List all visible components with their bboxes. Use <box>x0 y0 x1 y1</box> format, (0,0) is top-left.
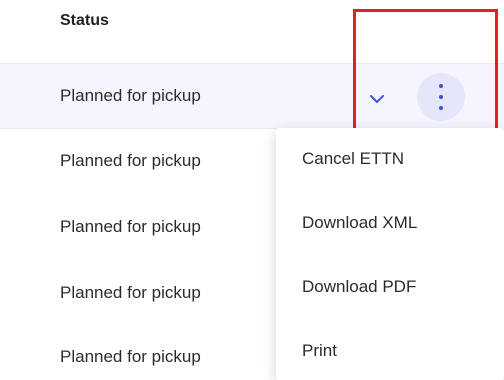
status-value: Planned for pickup <box>60 217 201 236</box>
status-column-header: Status <box>60 12 109 29</box>
more-actions-button[interactable] <box>417 73 465 121</box>
status-value: Planned for pickup <box>60 86 201 105</box>
chevron-down-icon[interactable] <box>366 90 388 108</box>
menu-item-cancel-ettn[interactable]: Cancel ETTN <box>302 149 404 169</box>
more-vertical-icon-dot <box>439 95 443 99</box>
more-vertical-icon <box>439 84 443 88</box>
menu-item-download-xml[interactable]: Download XML <box>302 213 417 233</box>
status-value: Planned for pickup <box>60 347 201 366</box>
status-value: Planned for pickup <box>60 283 201 302</box>
more-vertical-icon-dot <box>439 106 443 110</box>
status-table: Status Planned for pickup Planned for pi… <box>0 0 504 380</box>
menu-item-print[interactable]: Print <box>302 341 337 361</box>
actions-menu: Cancel ETTN Download XML Download PDF Pr… <box>276 128 504 380</box>
menu-item-download-pdf[interactable]: Download PDF <box>302 277 416 297</box>
status-value: Planned for pickup <box>60 151 201 170</box>
